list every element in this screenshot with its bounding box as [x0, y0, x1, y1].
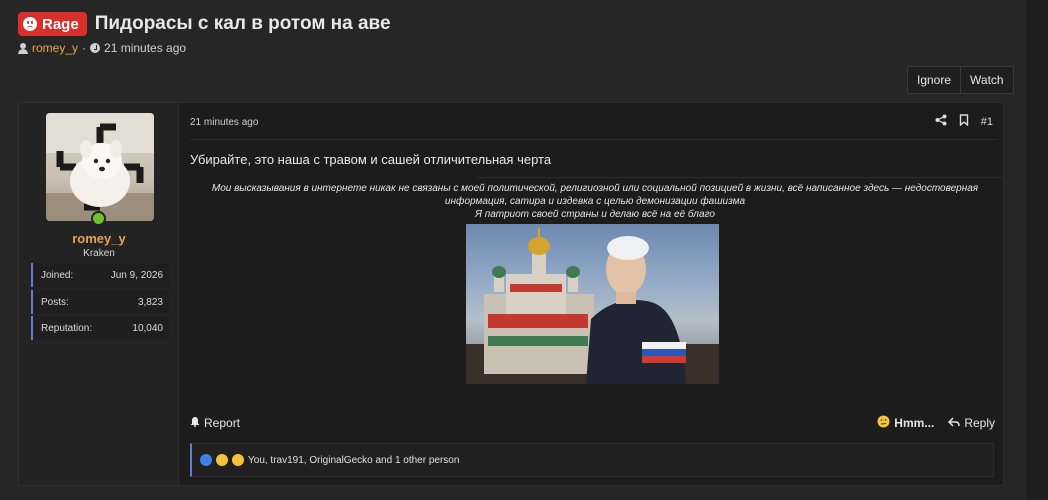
- thinking-emoji-icon: [877, 415, 890, 431]
- stat-joined: Joined: Jun 9, 2026: [31, 263, 169, 287]
- post-user-panel: romey_y Kraken Joined: Jun 9, 2026 Posts…: [19, 103, 179, 485]
- post-content: 21 minutes ago #1 Убирайте, это наша с т…: [180, 103, 1003, 485]
- ignore-button[interactable]: Ignore: [907, 66, 962, 94]
- avatar-image: [46, 113, 154, 221]
- signature-line: Я патриот своей страны и делаю всё на её…: [475, 209, 715, 220]
- online-status-indicator: [91, 211, 106, 226]
- stat-label: Reputation:: [41, 322, 93, 334]
- share-icon[interactable]: [935, 114, 947, 129]
- stat-value: Jun 9, 2026: [110, 269, 163, 281]
- thread-title: Пидорасы с кал в ротом на аве: [94, 13, 391, 34]
- stat-posts: Posts: 3,823: [31, 290, 169, 314]
- reply-label: Reply: [964, 416, 995, 430]
- user-title: Kraken: [83, 248, 115, 259]
- thread-header: Rage Пидорасы с кал в ротом на аве: [18, 12, 391, 36]
- stat-label: Posts:: [41, 296, 69, 308]
- reply-button[interactable]: Reply: [948, 415, 995, 431]
- report-button[interactable]: Report: [190, 415, 240, 431]
- stat-value: 3,823: [137, 296, 163, 308]
- sad-face-icon: [23, 17, 37, 31]
- meta-separator: ·: [82, 41, 87, 55]
- reactions-text[interactable]: You, trav191, OriginalGecko and 1 other …: [248, 455, 459, 466]
- thread-author-link[interactable]: romey_y: [32, 41, 78, 55]
- prefix-label: Rage: [42, 15, 79, 33]
- react-label: Hmm...: [894, 416, 935, 430]
- stat-value: 10,040: [132, 322, 163, 334]
- thread-meta: romey_y · 21 minutes ago: [18, 41, 186, 55]
- post-header-divider: [190, 139, 998, 140]
- post-right-actions: Hmm... Reply: [877, 415, 995, 431]
- post-message: Убирайте, это наша с травом и сашей отли…: [190, 152, 552, 167]
- user-stats: Joined: Jun 9, 2026 Posts: 3,823 Reputat…: [31, 263, 169, 342]
- clock-icon: [90, 43, 101, 53]
- watch-button[interactable]: Watch: [961, 66, 1014, 94]
- stat-reputation: Reputation: 10,040: [31, 316, 169, 340]
- signature-line: Мои высказывания в интернете никак не св…: [211, 183, 979, 194]
- like-icon: [200, 454, 212, 466]
- bookmark-icon[interactable]: [959, 114, 969, 129]
- reactions-bar[interactable]: You, trav191, OriginalGecko and 1 other …: [190, 443, 994, 477]
- signature-image: [466, 224, 719, 384]
- signature-line: информация, сатира и издевка с целью дем…: [444, 196, 746, 207]
- report-label: Report: [204, 416, 241, 430]
- laugh-emoji-icon: [216, 454, 228, 466]
- thinking-emoji-icon: [232, 454, 244, 466]
- thread-action-buttons: Ignore Watch: [907, 66, 1014, 94]
- post-number-link[interactable]: #1: [981, 116, 993, 128]
- signature-divider: [476, 177, 1002, 178]
- user-icon: [18, 42, 28, 54]
- post-time[interactable]: 21 minutes ago: [190, 117, 258, 128]
- bell-icon: [190, 416, 200, 430]
- thread-time: 21 minutes ago: [104, 41, 187, 55]
- avatar[interactable]: [46, 113, 154, 221]
- scrollbar-track[interactable]: [1026, 0, 1048, 500]
- post-username[interactable]: romey_y: [19, 231, 179, 246]
- stat-label: Joined:: [41, 269, 74, 281]
- post-tools: #1: [935, 114, 993, 129]
- thread-prefix-badge[interactable]: Rage: [18, 12, 87, 36]
- post: romey_y Kraken Joined: Jun 9, 2026 Posts…: [18, 102, 1004, 486]
- post-signature: Мои высказывания в интернете никак не св…: [200, 182, 990, 221]
- react-button[interactable]: Hmm...: [877, 415, 934, 431]
- post-actions: Report Hmm... Reply: [190, 415, 995, 431]
- reply-icon: [948, 416, 961, 430]
